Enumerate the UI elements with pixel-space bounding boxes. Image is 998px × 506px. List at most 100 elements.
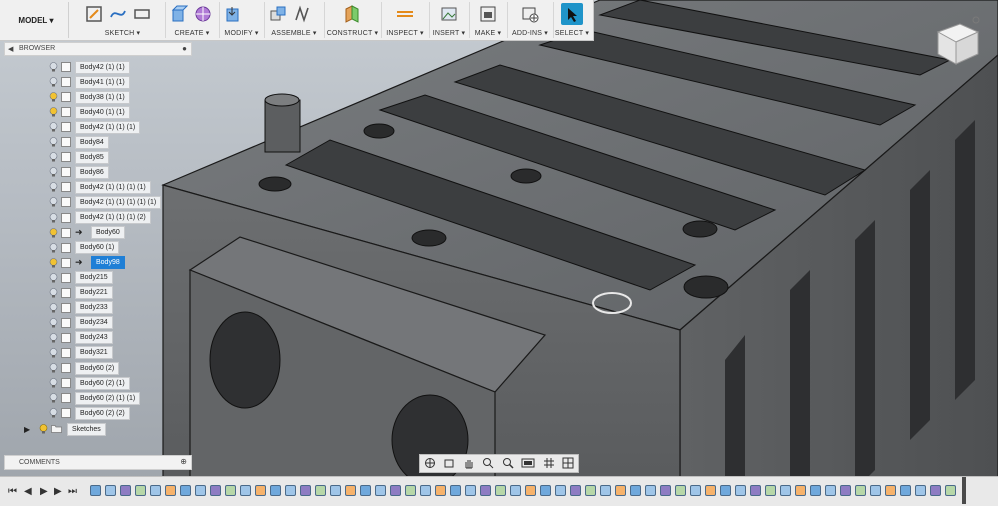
visibility-bulb-icon[interactable] <box>48 348 58 358</box>
timeline-feature-icon[interactable] <box>480 484 491 496</box>
look-at-icon[interactable] <box>443 457 455 471</box>
body-checkbox[interactable] <box>61 332 71 343</box>
timeline-feature-icon[interactable] <box>195 484 206 496</box>
browser-item[interactable]: Body86 <box>48 165 109 179</box>
body-checkbox[interactable] <box>61 272 71 283</box>
timeline-feature-icon[interactable] <box>735 484 746 496</box>
browser-item[interactable]: Body234 <box>48 316 113 330</box>
visibility-bulb-icon[interactable] <box>48 333 58 343</box>
visibility-bulb-icon[interactable] <box>48 227 58 238</box>
sketches-folder[interactable]: ▶ Sketches <box>24 422 106 436</box>
visibility-bulb-icon[interactable] <box>48 363 58 373</box>
body-checkbox[interactable] <box>61 92 71 103</box>
viewports-icon[interactable] <box>562 457 574 471</box>
visibility-bulb-icon[interactable] <box>38 424 48 434</box>
timeline-feature-icon[interactable] <box>600 484 611 496</box>
body-checkbox[interactable] <box>61 107 71 118</box>
timeline-feature-icon[interactable] <box>645 484 656 496</box>
body-checkbox[interactable] <box>61 197 71 208</box>
timeline-feature-icon[interactable] <box>840 484 851 496</box>
visibility-bulb-icon[interactable] <box>48 122 58 132</box>
browser-item[interactable]: Body85 <box>48 150 109 164</box>
body-checkbox[interactable] <box>61 77 71 88</box>
offset-plane-icon[interactable] <box>342 4 362 24</box>
browser-item[interactable]: Body42 (1) (1) (1) (1) <box>48 180 151 194</box>
browser-options-icon[interactable]: ● <box>182 44 187 53</box>
create-group[interactable]: CREATE ▾ <box>165 2 220 38</box>
body-checkbox[interactable] <box>61 182 71 193</box>
timeline-feature-icon[interactable] <box>630 484 641 496</box>
timeline-feature-icon[interactable] <box>930 484 941 496</box>
timeline-feature-icon[interactable] <box>900 484 911 496</box>
body-checkbox[interactable] <box>61 137 71 148</box>
timeline-feature-icon[interactable] <box>510 484 521 496</box>
timeline-feature-icon[interactable] <box>885 484 896 496</box>
timeline-feature-icon[interactable] <box>405 484 416 496</box>
modify-group[interactable]: MODIFY ▾ <box>219 2 265 38</box>
addins-group[interactable]: ADD-INS ▾ <box>507 2 554 38</box>
timeline-feature-icon[interactable] <box>210 484 221 496</box>
timeline-feature-icon[interactable] <box>330 484 341 496</box>
timeline-feature-icon[interactable] <box>120 484 131 496</box>
timeline-feature-icon[interactable] <box>795 484 806 496</box>
timeline-feature-icon[interactable] <box>720 484 731 496</box>
browser-item[interactable]: ➜ Body98 <box>48 256 125 270</box>
expand-arrow-icon[interactable]: ▶ <box>24 425 34 434</box>
orbit-icon[interactable] <box>424 457 436 471</box>
timeline-feature-icon[interactable] <box>525 484 536 496</box>
visibility-bulb-icon[interactable] <box>48 212 58 223</box>
construct-group[interactable]: CONSTRUCT ▾ <box>324 2 382 38</box>
assemble-group[interactable]: ASSEMBLE ▾ <box>264 2 325 38</box>
visibility-bulb-icon[interactable] <box>48 272 58 283</box>
browser-item[interactable]: Body321 <box>48 346 113 360</box>
measure-icon[interactable] <box>395 4 415 24</box>
body-checkbox[interactable] <box>61 393 71 404</box>
rectangle-icon[interactable] <box>132 4 152 24</box>
body-checkbox[interactable] <box>61 347 71 358</box>
timeline-feature-icon[interactable] <box>240 484 251 496</box>
pan-icon[interactable] <box>463 457 475 471</box>
visibility-bulb-icon[interactable] <box>48 302 58 313</box>
timeline-feature-icon[interactable] <box>315 484 326 496</box>
browser-item[interactable]: Body221 <box>48 286 113 300</box>
browser-item[interactable]: Body233 <box>48 301 113 315</box>
timeline-feature-icon[interactable] <box>420 484 431 496</box>
play-icon[interactable]: ▶ <box>40 486 48 497</box>
visibility-bulb-icon[interactable] <box>48 167 58 177</box>
display-settings-icon[interactable] <box>521 457 535 471</box>
browser-item[interactable]: Body42 (1) (1) (1) (2) <box>48 211 151 224</box>
body-checkbox[interactable] <box>61 363 71 373</box>
timeline-feature-icon[interactable] <box>435 484 446 496</box>
browser-item[interactable]: Body42 (1) (1) (1) <box>48 120 141 134</box>
browser-item[interactable]: Body60 (2) (2) <box>48 406 130 420</box>
zoom-window-icon[interactable] <box>482 457 494 471</box>
go-to-end-icon[interactable]: ⏭ <box>68 486 77 497</box>
fit-icon[interactable] <box>502 457 514 471</box>
timeline-feature-icon[interactable] <box>585 484 596 496</box>
sketch-group[interactable]: SKETCH ▾ <box>80 2 166 38</box>
timeline-feature-icon[interactable] <box>765 484 776 496</box>
timeline-feature-icon[interactable] <box>270 484 281 496</box>
timeline-feature-icon[interactable] <box>855 484 866 496</box>
timeline-feature-icon[interactable] <box>180 484 191 496</box>
visibility-bulb-icon[interactable] <box>48 182 58 192</box>
timeline-feature-icon[interactable] <box>615 484 626 496</box>
comments-panel[interactable]: COMMENTS ⊕ <box>4 455 192 470</box>
timeline-feature-icon[interactable] <box>540 484 551 496</box>
timeline-feature-icon[interactable] <box>255 484 266 496</box>
body-checkbox[interactable] <box>61 62 71 72</box>
body-checkbox[interactable] <box>61 167 71 178</box>
visibility-bulb-icon[interactable] <box>48 408 58 418</box>
timeline-feature-icon[interactable] <box>135 484 146 496</box>
timeline-feature-icon[interactable] <box>555 484 566 496</box>
press-pull-icon[interactable] <box>223 4 243 24</box>
body-checkbox[interactable] <box>61 287 71 298</box>
body-checkbox[interactable] <box>61 378 71 389</box>
select-cursor-icon[interactable] <box>561 3 583 25</box>
timeline-feature-icon[interactable] <box>660 484 671 496</box>
visibility-bulb-icon[interactable] <box>48 318 58 328</box>
body-checkbox[interactable] <box>61 152 71 163</box>
select-group[interactable]: SELECT ▾ <box>553 2 591 38</box>
browser-item[interactable]: Body40 (1) (1) <box>48 105 130 119</box>
timeline-feature-icon[interactable] <box>150 484 161 496</box>
